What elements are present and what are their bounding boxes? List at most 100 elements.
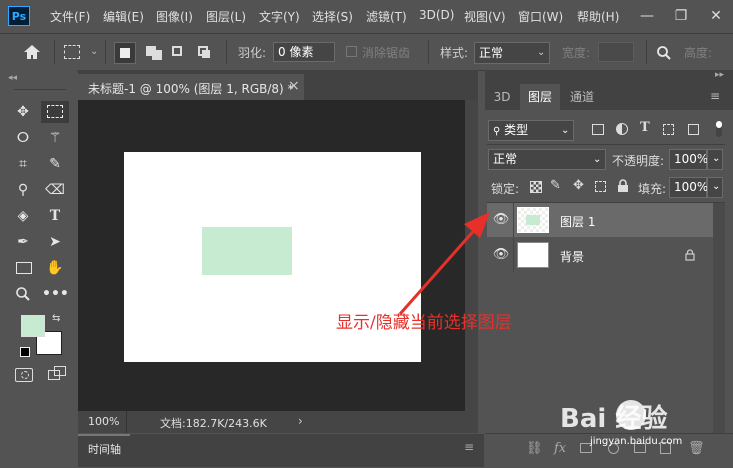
restore-button[interactable]: ❐: [664, 0, 698, 32]
lock-pixels-icon[interactable]: ✎: [550, 178, 561, 193]
close-tab-icon[interactable]: ×: [288, 78, 300, 94]
feather-input[interactable]: 0 像素: [273, 42, 335, 62]
lasso-tool-icon[interactable]: ⵔ: [10, 127, 36, 149]
visibility-eye-icon[interactable]: 👁: [492, 246, 510, 264]
layer-row[interactable]: 👁 背景: [487, 238, 713, 272]
filter-toggle[interactable]: [716, 121, 722, 137]
lock-artboard-icon[interactable]: [595, 181, 606, 192]
minimize-button[interactable]: —: [630, 0, 664, 32]
filter-shape-icon[interactable]: [663, 124, 674, 135]
document-tab-title: 未标题-1 @ 100% (图层 1, RGB/8) *: [88, 82, 294, 96]
layer-row[interactable]: 👁 图层 1: [487, 203, 713, 237]
trash-icon[interactable]: 🗑: [688, 441, 705, 456]
photoshop-logo: Ps: [8, 6, 30, 26]
separator: [646, 40, 647, 64]
separator: [14, 89, 66, 90]
menu-view[interactable]: 视图(V): [464, 8, 506, 25]
tab-channels[interactable]: 通道: [564, 84, 600, 110]
new-selection-button[interactable]: [114, 42, 136, 64]
tab-layers[interactable]: 图层: [520, 84, 560, 110]
menu-filter[interactable]: 滤镜(T): [366, 8, 407, 25]
lock-transparent-icon[interactable]: [530, 181, 542, 193]
eraser-tool-icon[interactable]: ⌫: [42, 179, 68, 201]
menu-select[interactable]: 选择(S): [312, 8, 353, 25]
menu-image[interactable]: 图像(I): [156, 8, 193, 25]
filter-kind-select[interactable]: ⚲ 类型 ⌄: [488, 120, 574, 141]
marquee-preset-icon[interactable]: [64, 45, 80, 59]
layers-scrollbar[interactable]: [713, 203, 725, 433]
layer-name[interactable]: 图层 1: [560, 213, 595, 230]
fx-icon[interactable]: fx: [554, 441, 566, 456]
move-tool-icon[interactable]: ✥: [10, 101, 36, 123]
foreground-color-swatch[interactable]: [21, 315, 45, 337]
menu-type[interactable]: 文字(Y): [259, 8, 300, 25]
fill-dropdown[interactable]: ⌄: [707, 177, 723, 198]
lock-all-icon[interactable]: [617, 179, 629, 193]
marquee-tool-button[interactable]: [41, 101, 69, 123]
crop-tool-icon[interactable]: ⌗: [10, 153, 36, 175]
height-label: 高度:: [684, 46, 713, 60]
menu-edit[interactable]: 编辑(E): [103, 8, 144, 25]
panel-menu-icon[interactable]: ≡: [710, 89, 720, 103]
layer-thumbnail-content: [526, 215, 540, 225]
opacity-dropdown[interactable]: ⌄: [707, 149, 723, 170]
feather-label: 羽化:: [238, 46, 267, 60]
magic-wand-icon[interactable]: ⚚: [42, 127, 68, 149]
timeline-tab[interactable]: 时间轴: [88, 441, 121, 457]
filter-type-icon[interactable]: T: [640, 120, 650, 135]
fill-input[interactable]: 100%: [669, 177, 708, 198]
layer-1-rectangle[interactable]: [202, 227, 292, 275]
rectangle-tool-icon[interactable]: [16, 262, 32, 274]
path-select-icon[interactable]: ➤: [42, 231, 68, 253]
zoom-level[interactable]: 100%: [88, 415, 119, 428]
style-select[interactable]: 正常 ⌄: [474, 42, 550, 64]
vertical-scrollbar[interactable]: [465, 100, 478, 411]
subtract-selection-icon[interactable]: [172, 46, 182, 56]
baidu-watermark: Bai 经验: [560, 404, 668, 434]
chevron-down-icon[interactable]: ⌄: [90, 46, 98, 57]
default-colors-icon[interactable]: [20, 347, 30, 357]
home-icon[interactable]: [22, 43, 42, 61]
zoom-tool-icon[interactable]: [15, 286, 31, 302]
lock-position-icon[interactable]: ✥: [573, 178, 584, 193]
filter-smart-object-icon[interactable]: [688, 124, 699, 135]
search-icon[interactable]: [656, 45, 672, 61]
hand-tool-icon[interactable]: ✋: [42, 257, 68, 279]
swap-colors-icon[interactable]: ⇆: [52, 313, 60, 324]
layer-name[interactable]: 背景: [560, 248, 584, 265]
status-menu-arrow[interactable]: ›: [298, 414, 303, 428]
search-icon: ⚲: [493, 126, 501, 137]
collapse-toolbar-button[interactable]: ◂◂: [8, 73, 17, 83]
tab-3d[interactable]: 3D: [488, 84, 516, 110]
panel-menu-icon[interactable]: ≡: [464, 440, 474, 454]
annotation-text: 显示/隐藏当前选择图层: [336, 313, 512, 333]
brush-tool-icon[interactable]: ✎: [42, 153, 68, 175]
separator: [54, 40, 55, 64]
menu-file[interactable]: 文件(F): [50, 8, 90, 25]
menu-3d[interactable]: 3D(D): [419, 8, 454, 22]
document-tab[interactable]: 未标题-1 @ 100% (图层 1, RGB/8) * ×: [78, 74, 304, 100]
menu-window[interactable]: 窗口(W): [518, 8, 563, 25]
collapse-panels-button[interactable]: ▸▸: [715, 70, 724, 80]
close-button[interactable]: ✕: [699, 0, 733, 32]
visibility-eye-icon[interactable]: 👁: [492, 211, 510, 229]
more-tools-icon[interactable]: •••: [42, 283, 69, 305]
opacity-input[interactable]: 100%: [669, 149, 708, 170]
quick-mask-icon[interactable]: [15, 368, 33, 382]
filter-adjustment-icon[interactable]: [616, 123, 628, 135]
paint-bucket-icon[interactable]: ◈: [10, 205, 36, 227]
antialias-checkbox[interactable]: [346, 46, 357, 57]
type-tool-icon[interactable]: T: [42, 205, 68, 227]
blend-mode-select[interactable]: 正常 ⌄: [488, 149, 606, 170]
stamp-tool-icon[interactable]: ⚲: [10, 179, 36, 201]
pen-tool-icon[interactable]: ✒: [10, 231, 36, 253]
new-selection-icon: [120, 48, 130, 58]
filter-pixel-icon[interactable]: [592, 124, 604, 135]
width-input[interactable]: [598, 42, 634, 62]
link-layers-icon[interactable]: ⛓: [526, 441, 543, 456]
menu-layer[interactable]: 图层(L): [206, 8, 246, 25]
layer-thumbnail[interactable]: [517, 207, 549, 233]
watermark-url: jingyan.baidu.com: [590, 436, 683, 447]
layer-thumbnail[interactable]: [517, 242, 549, 268]
menu-help[interactable]: 帮助(H): [577, 8, 619, 25]
